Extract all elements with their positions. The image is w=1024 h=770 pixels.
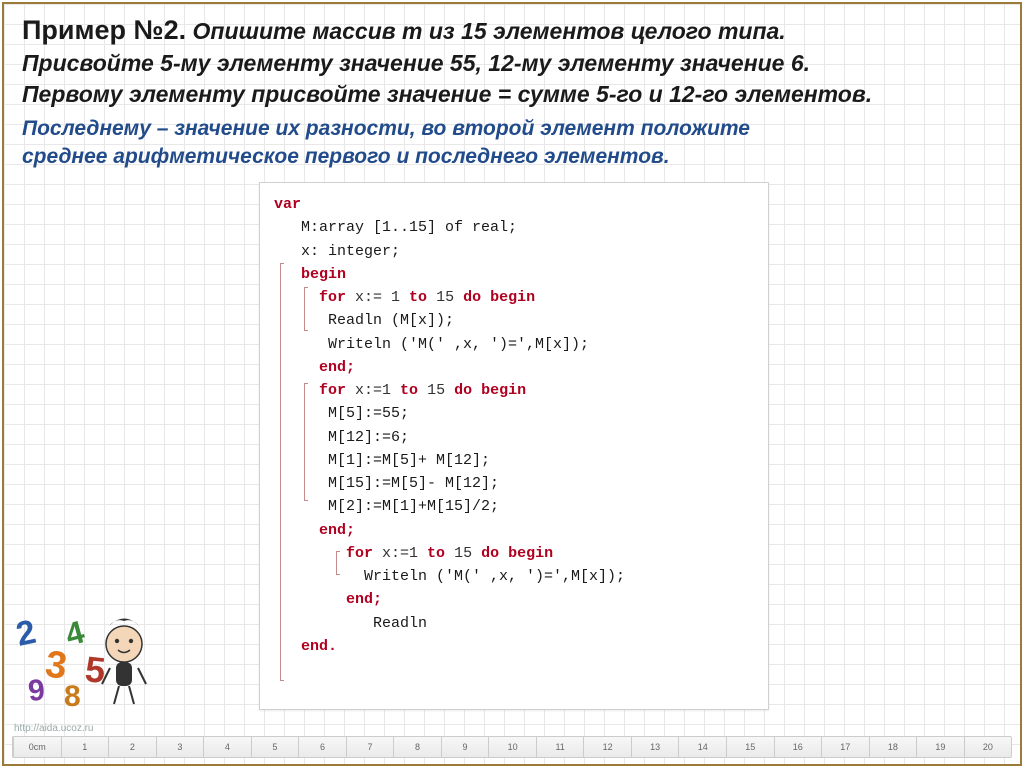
- code-l5: for x:= 1 to 15 do begin: [274, 286, 754, 309]
- ruler-tick: 6: [298, 737, 346, 757]
- ruler-tick: 2: [108, 737, 156, 757]
- title-line-2: Присвойте 5-му элементу значение 55, 12-…: [22, 48, 1002, 79]
- ruler-tick: 17: [821, 737, 869, 757]
- svg-text:9: 9: [27, 674, 47, 708]
- code-l19: end;: [274, 588, 754, 611]
- header-block: Пример №2. Опишите массив m из 15 элемен…: [4, 4, 1020, 115]
- ruler-tick: 4: [203, 737, 251, 757]
- ruler-tick: 9: [441, 737, 489, 757]
- ruler-tick: 3: [156, 737, 204, 757]
- ruler-tick: 0cm: [13, 737, 61, 757]
- watermark-url: http://aida.ucoz.ru: [14, 723, 94, 734]
- code-l14: M[2]:=M[1]+M[15]/2;: [274, 495, 754, 518]
- ruler-tick: 16: [774, 737, 822, 757]
- svg-text:2: 2: [14, 613, 39, 654]
- ruler-tick: 12: [583, 737, 631, 757]
- title-rest: Опишите массив m из 15 элементов целого …: [193, 18, 786, 44]
- code-l12: M[1]:=M[5]+ M[12];: [274, 449, 754, 472]
- title-strong: Пример №2.: [22, 15, 186, 45]
- code-l10: M[5]:=55;: [274, 402, 754, 425]
- code-l17: Writeln ('M(' ,x, ')=',M[x]);: [274, 565, 754, 588]
- ruler-tick: 1: [61, 737, 109, 757]
- ruler-tick: 11: [536, 737, 584, 757]
- ruler-tick: 14: [678, 737, 726, 757]
- svg-text:5: 5: [83, 648, 107, 691]
- code-panel: var M:array [1..15] of real; x: integer;…: [259, 182, 769, 710]
- code-l4: begin: [274, 263, 754, 286]
- code-l11: M[12]:=6;: [274, 426, 754, 449]
- code-l1: var: [274, 193, 754, 216]
- code-l15: end;: [274, 519, 754, 542]
- code-l13: M[15]:=M[5]- M[12];: [274, 472, 754, 495]
- ruler-tick: 20: [964, 737, 1012, 757]
- ruler-tick: 19: [916, 737, 964, 757]
- code-l8: end;: [274, 356, 754, 379]
- ruler: 0cm 1 2 3 4 5 6 7 8 9 10 11 12 13 14 15 …: [12, 736, 1012, 758]
- ruler-tick: 8: [393, 737, 441, 757]
- code-l7: Writeln ('M(' ,x, ')=',M[x]);: [274, 333, 754, 356]
- code-l9: for x:=1 to 15 do begin: [274, 379, 754, 402]
- slide: Пример №2. Опишите массив m из 15 элемен…: [2, 2, 1022, 766]
- code-l2: M:array [1..15] of real;: [274, 216, 754, 239]
- title-line-1: Пример №2. Опишите массив m из 15 элемен…: [22, 12, 1002, 48]
- ruler-tick: 15: [726, 737, 774, 757]
- code-l16: for x:=1 to 15 do begin: [274, 542, 754, 565]
- ruler-tick: 7: [346, 737, 394, 757]
- ruler-tick: 5: [251, 737, 299, 757]
- mascot-numbers-icon: 2 3 4 5 9 8: [14, 606, 154, 716]
- code-l6: Readln (M[x]);: [274, 309, 754, 332]
- title-line-3: Первому элементу присвойте значение = су…: [22, 79, 1002, 110]
- subtext-line-4: Последнему – значение их разности, во вт…: [4, 115, 1020, 143]
- code-l3: x: integer;: [274, 240, 754, 263]
- code-l20: Readln: [274, 612, 754, 635]
- subtext-line-5: среднее арифметическое первого и последн…: [4, 143, 1020, 171]
- svg-text:8: 8: [64, 680, 81, 713]
- ruler-tick: 18: [869, 737, 917, 757]
- ruler-tick: 10: [488, 737, 536, 757]
- ruler-tick: 13: [631, 737, 679, 757]
- code-l21: end.: [274, 635, 754, 658]
